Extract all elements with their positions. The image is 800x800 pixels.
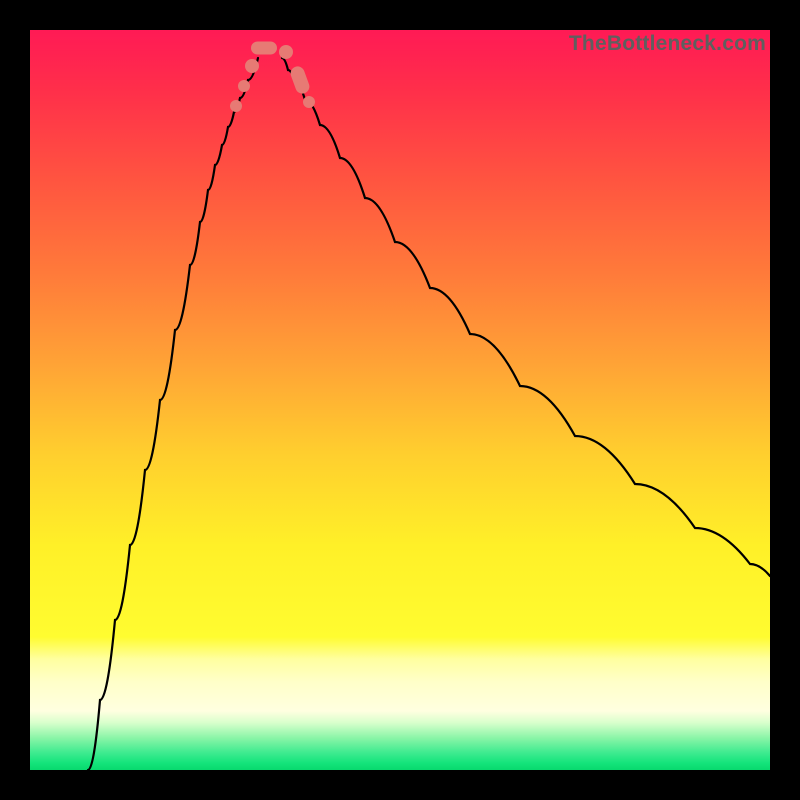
data-marker-pill: [251, 42, 277, 55]
data-marker-pill: [289, 64, 312, 95]
data-marker-dot: [238, 80, 250, 92]
curve-svg: [30, 30, 770, 770]
curve-right-branch: [282, 58, 770, 576]
plot-area: [30, 30, 770, 770]
chart-frame: TheBottleneck.com: [0, 0, 800, 800]
data-marker-dot: [245, 59, 259, 73]
data-marker-dot: [303, 96, 315, 108]
curve-left-branch: [88, 58, 258, 770]
data-marker-dot: [230, 100, 242, 112]
data-marker-dot: [279, 45, 293, 59]
curve-markers: [230, 42, 315, 113]
watermark-text: TheBottleneck.com: [569, 32, 766, 56]
